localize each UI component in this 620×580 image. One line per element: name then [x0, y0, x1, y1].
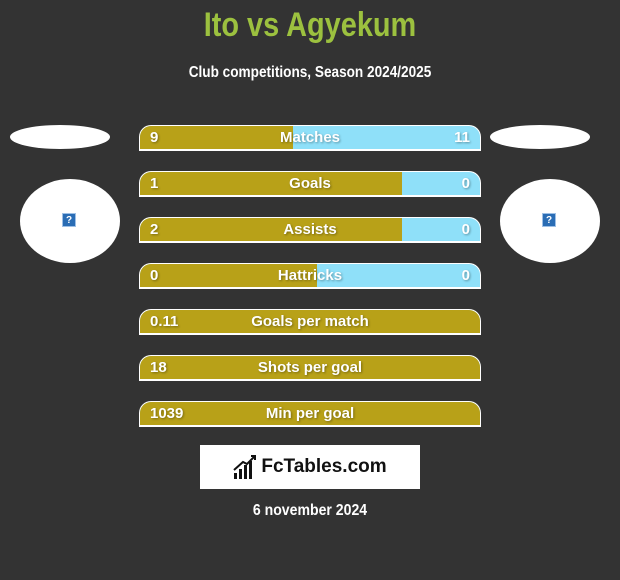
stat-bar-assists: 2 Assists 0: [139, 217, 481, 243]
stat-right-value: 0: [461, 267, 470, 284]
stat-bar-shots-per-goal: 18 Shots per goal: [139, 355, 481, 381]
question-mark-icon: ?: [62, 213, 76, 227]
stat-right-value: 0: [461, 175, 470, 192]
question-mark-icon: ?: [542, 213, 556, 227]
right-player-name-placeholder: [490, 125, 590, 149]
stat-right-value: 11: [454, 129, 470, 146]
right-player-avatar: ?: [500, 179, 600, 263]
page-title: Ito vs Agyekum: [203, 6, 417, 44]
bar-chart-logo-icon: [233, 455, 257, 479]
fctables-logo[interactable]: FcTables.com: [200, 445, 420, 489]
logo-text: FcTables.com: [261, 456, 387, 477]
stat-bar-hattricks: 0 Hattricks 0: [139, 263, 481, 289]
left-player-avatar: ?: [20, 179, 120, 263]
stat-bar-min-per-goal: 1039 Min per goal: [139, 401, 481, 427]
stat-label: Hattricks: [277, 267, 343, 284]
stat-right-value: 0: [461, 221, 470, 238]
stat-bar-goals: 1 Goals 0: [139, 171, 481, 197]
page-subtitle: Club competitions, Season 2024/2025: [188, 64, 432, 81]
left-player-name-placeholder: [10, 125, 110, 149]
stat-bar-goals-per-match: 0.11 Goals per match: [139, 309, 481, 335]
stat-label: Goals: [289, 175, 331, 192]
date-label: 6 november 2024: [252, 502, 368, 519]
stat-bar-matches: 9 Matches 11: [139, 125, 481, 151]
stat-label: Shots per goal: [257, 359, 363, 376]
stat-label: Matches: [279, 129, 341, 146]
stat-label: Assists: [283, 221, 337, 238]
stat-label: Min per goal: [265, 405, 355, 422]
stat-label: Goals per match: [251, 313, 369, 330]
